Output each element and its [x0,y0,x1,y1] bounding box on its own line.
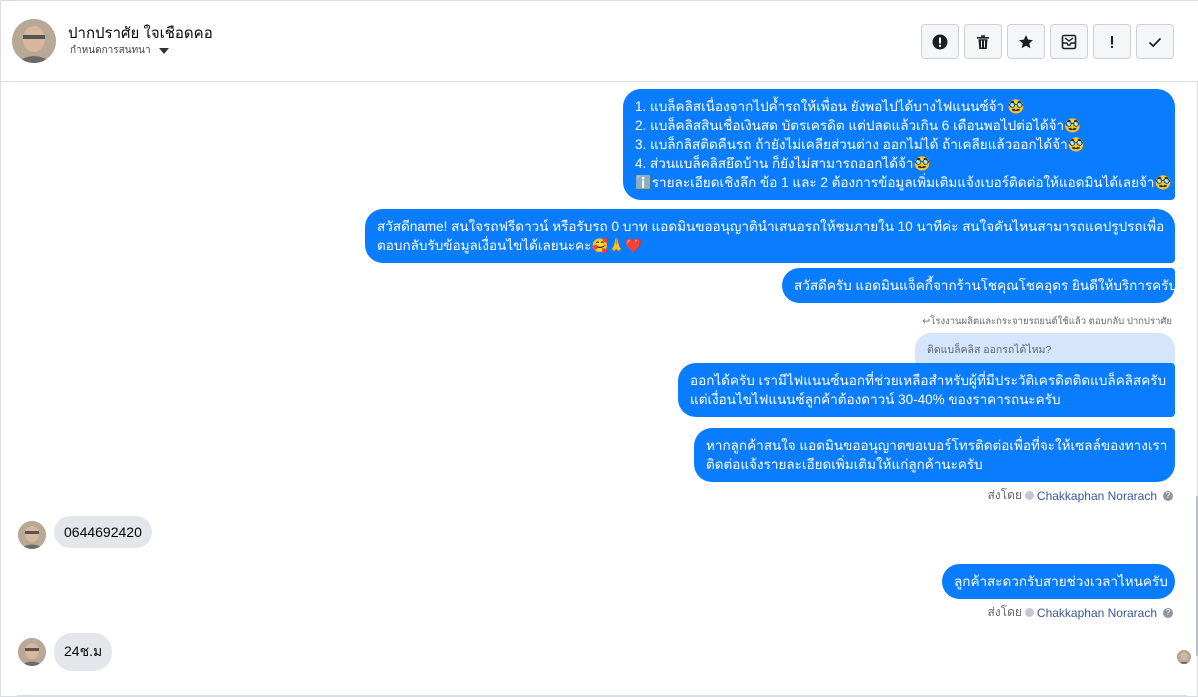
sent-by-prefix: ส่งโดย [987,488,1022,502]
message-line: ℹ️รายละเอียดเชิงลึก ข้อ 1 และ 2 ต้องการข… [635,175,1172,190]
message-line: สวัสดีครับ แอดมินแจ็คกี้จากร้านโชคุณโชคอ… [794,278,1178,293]
check-icon [1148,37,1162,47]
verified-icon [1024,491,1034,500]
contact-name[interactable]: ปากปราศัย ใจเชือดคอ [68,21,213,45]
mark-unread-button[interactable] [1050,24,1088,59]
sent-by-label: ส่งโดย Chakkaphan Norarach ? [987,603,1173,622]
outgoing-message[interactable]: ออกได้ครับ เรามีไฟแนนซ์นอกที่ช่วยเหลือสำ… [678,363,1175,417]
alert-circle-icon [932,34,948,49]
message-line: ตอบกลับรับข้อมูลเงื่อนไขได้เลยนะคะ🥰🙏❤️ [377,238,642,253]
contact-avatar-small[interactable] [18,521,46,549]
star-icon [1019,34,1033,48]
conversation-toolbar [921,24,1174,59]
message-line: 2. แบล็คลิสสินเชื่อเงินสด บัตรเครดิต แต่… [635,118,1081,133]
contact-avatar[interactable] [12,19,56,63]
sender-name[interactable]: Chakkaphan Norarach [1037,606,1157,620]
message-line: แต่เงื่อนไขไฟแนนซ์ลูกค้าต้องดาวน์ 30-40%… [690,392,1061,407]
contact-avatar-small[interactable] [18,638,46,666]
read-receipt-avatar [1177,650,1191,664]
assign-label: กำหนดการสนทนา [70,45,151,56]
verified-icon [1024,608,1034,617]
outgoing-message[interactable]: ลูกค้าสะดวกรับสายช่วงเวลาไหนครับ [942,564,1175,599]
quoted-message[interactable]: ติดแบล็คลิส ออกรถได้ไหม? [915,333,1175,367]
caret-down-icon [158,47,169,54]
incoming-message[interactable]: 0644692420 [54,516,152,548]
outgoing-message[interactable]: สวัสดีname! สนใจรถฟรีดาวน์ หรือรับรถ 0 บ… [365,209,1175,263]
sent-by-prefix: ส่งโดย [987,605,1022,619]
outgoing-message[interactable]: 1. แบล็คลิสเนื่องจากไปค้ำรถให้เพื่อน ยัง… [623,89,1175,200]
report-spam-button[interactable] [921,24,959,59]
incoming-message[interactable]: 24ช.ม [54,633,113,671]
message-line: 1. แบล็คลิสเนื่องจากไปค้ำรถให้เพื่อน ยัง… [635,99,1025,114]
trash-icon [977,34,989,49]
sent-by-label: ส่งโดย Chakkaphan Norarach ? [987,486,1173,505]
conversation-assign-dropdown[interactable]: กำหนดการสนทนา [70,43,169,58]
message-line: ลูกค้าสะดวกรับสายช่วงเวลาไหนครับ [954,574,1168,589]
star-button[interactable] [1007,24,1045,59]
mark-done-button[interactable] [1136,24,1174,59]
help-icon[interactable]: ? [1163,607,1173,618]
message-line: หากลูกค้าสนใจ แอดมินขออนุญาตขอเบอร์โทรติ… [706,438,1168,453]
sender-name[interactable]: Chakkaphan Norarach [1037,489,1157,503]
delete-button[interactable] [964,24,1002,59]
message-line: 4. ส่วนแบล็คลิสยึดบ้าน ก็ยังไม่สามารถออก… [635,156,931,171]
reply-context-label: ↩โรงงานผลิตและกระจายรถยนต์ใช้แล้ว ตอบกลั… [922,316,1172,327]
outgoing-message[interactable]: หากลูกค้าสนใจ แอดมินขออนุญาตขอเบอร์โทรติ… [694,428,1175,482]
conversation-panel: ปากปราศัย ใจเชือดคอ กำหนดการสนทนา 1. แบล… [0,0,1198,697]
outgoing-message[interactable]: สวัสดีครับ แอดมินแจ็คกี้จากร้านโชคุณโชคอ… [782,268,1178,303]
composer-divider [17,695,1187,696]
conversation-header: ปากปราศัย ใจเชือดคอ กำหนดการสนทนา [1,1,1198,82]
message-line: 3. แบล็กลิสติดคืนรถ ถ้ายังไม่เคลียส่วนต่… [635,137,1085,152]
help-icon[interactable]: ? [1163,490,1173,501]
message-line: ออกได้ครับ เรามีไฟแนนซ์นอกที่ช่วยเหลือสำ… [690,373,1167,388]
exclamation-icon [1111,35,1113,48]
message-line: ติดต่อแจ้งรายละเอียดเพิ่มเติมให้แก่ลูกค้… [706,457,983,472]
flag-important-button[interactable] [1093,24,1131,59]
message-line: สวัสดีname! สนใจรถฟรีดาวน์ หรือรับรถ 0 บ… [377,219,1165,234]
envelope-icon [1061,34,1077,49]
